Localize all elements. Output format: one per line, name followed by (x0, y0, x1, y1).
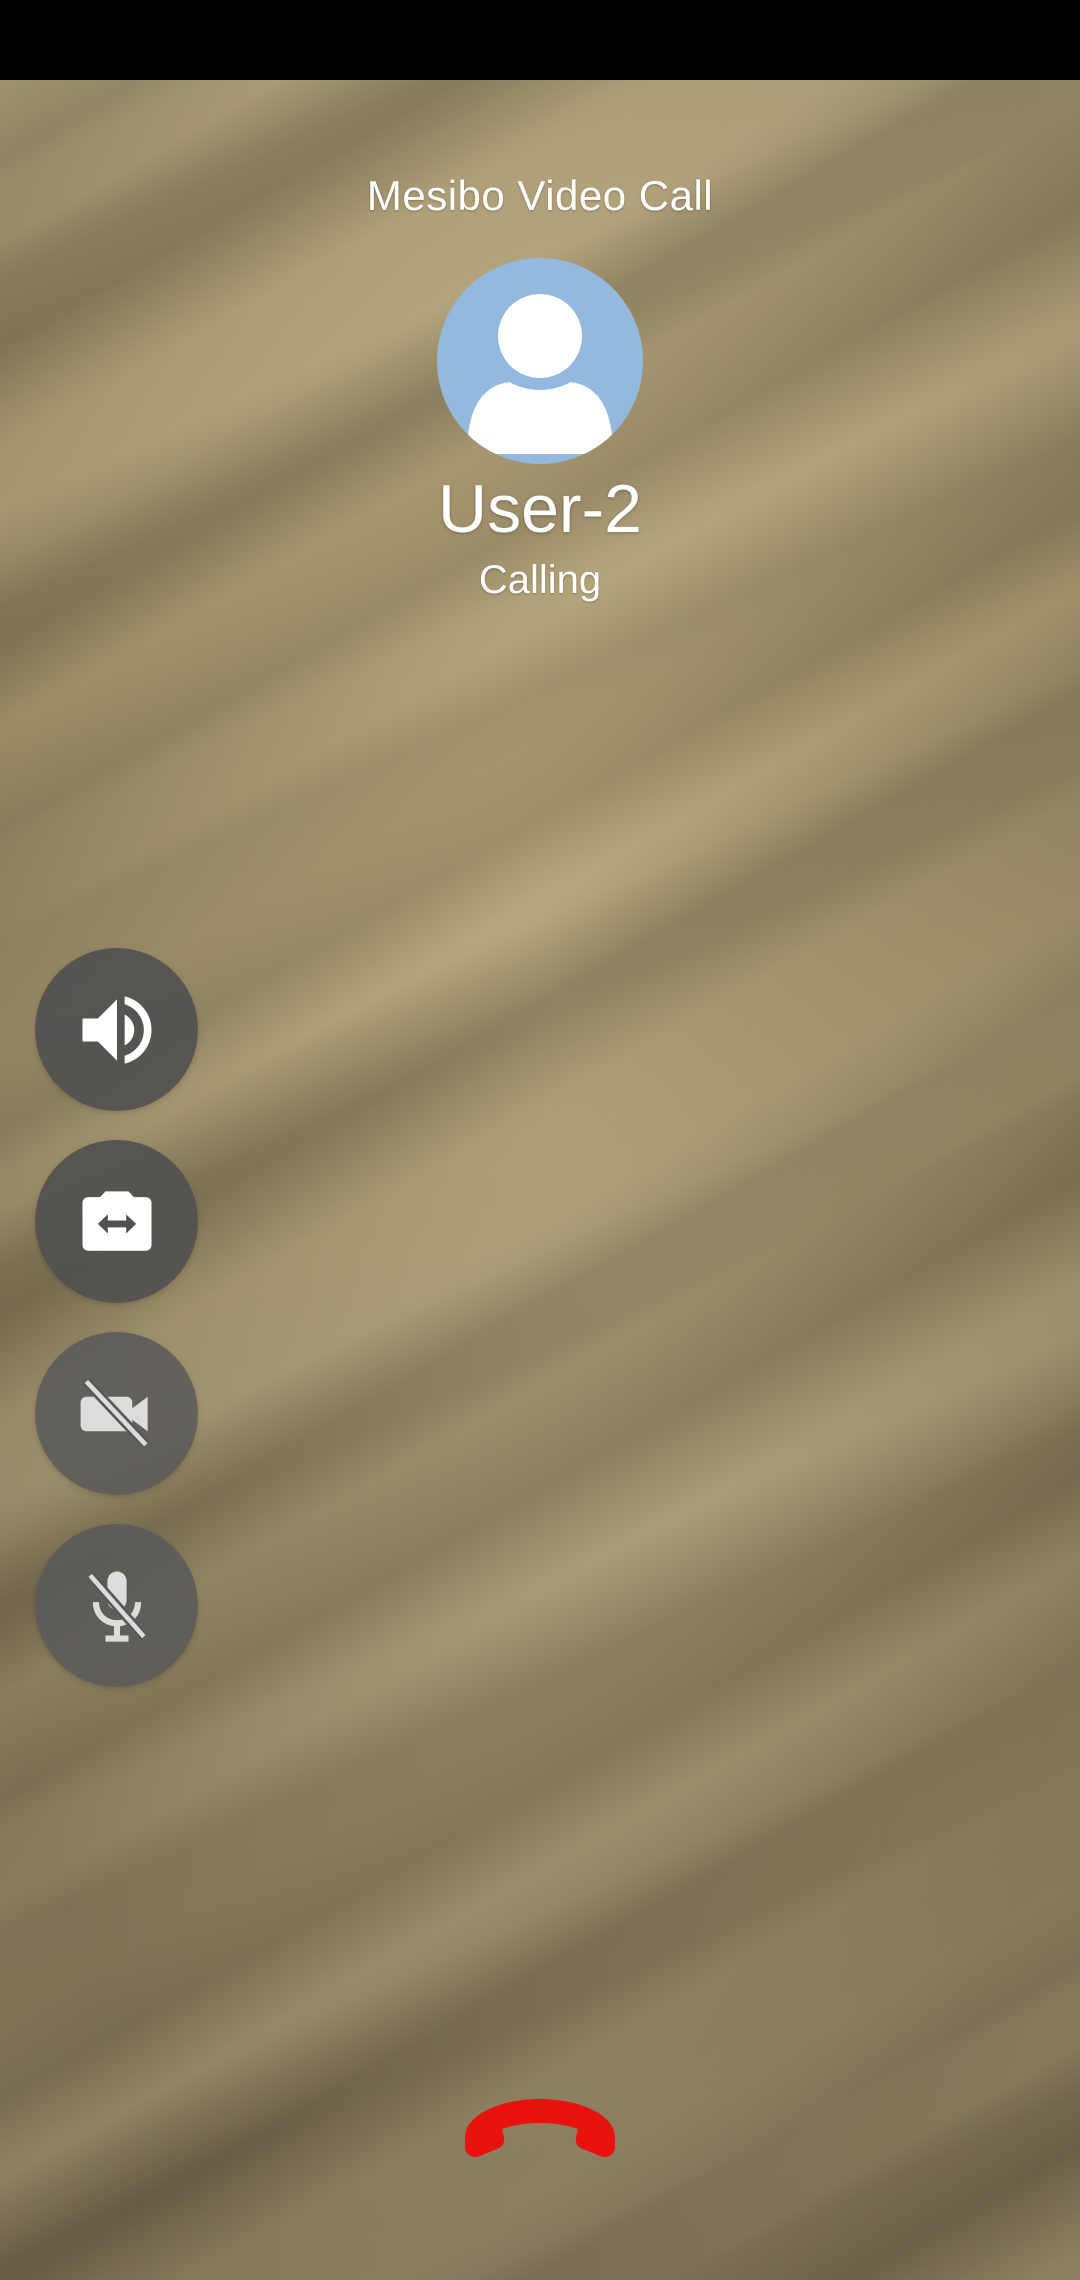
mic-off-icon (85, 1571, 148, 1642)
speaker-button[interactable] (35, 948, 198, 1111)
video-off-icon (80, 1377, 149, 1448)
call-status: Calling (478, 558, 602, 602)
speaker-icon (82, 995, 151, 1064)
avatar (437, 258, 643, 464)
contact-name: User-2 (437, 471, 643, 547)
microphone-toggle-button[interactable] (35, 1524, 198, 1687)
status-bar (0, 0, 1080, 80)
video-call-screen: Mesibo Video Call User-2 Calling (0, 0, 1080, 2280)
user-silhouette-icon (467, 294, 613, 454)
end-call-button[interactable] (448, 2080, 632, 2180)
call-title: Mesibo Video Call (366, 172, 714, 219)
hang-up-icon (465, 2099, 615, 2157)
video-toggle-button[interactable] (35, 1332, 198, 1495)
switch-camera-button[interactable] (35, 1140, 198, 1303)
camera-switch-icon (82, 1190, 151, 1251)
